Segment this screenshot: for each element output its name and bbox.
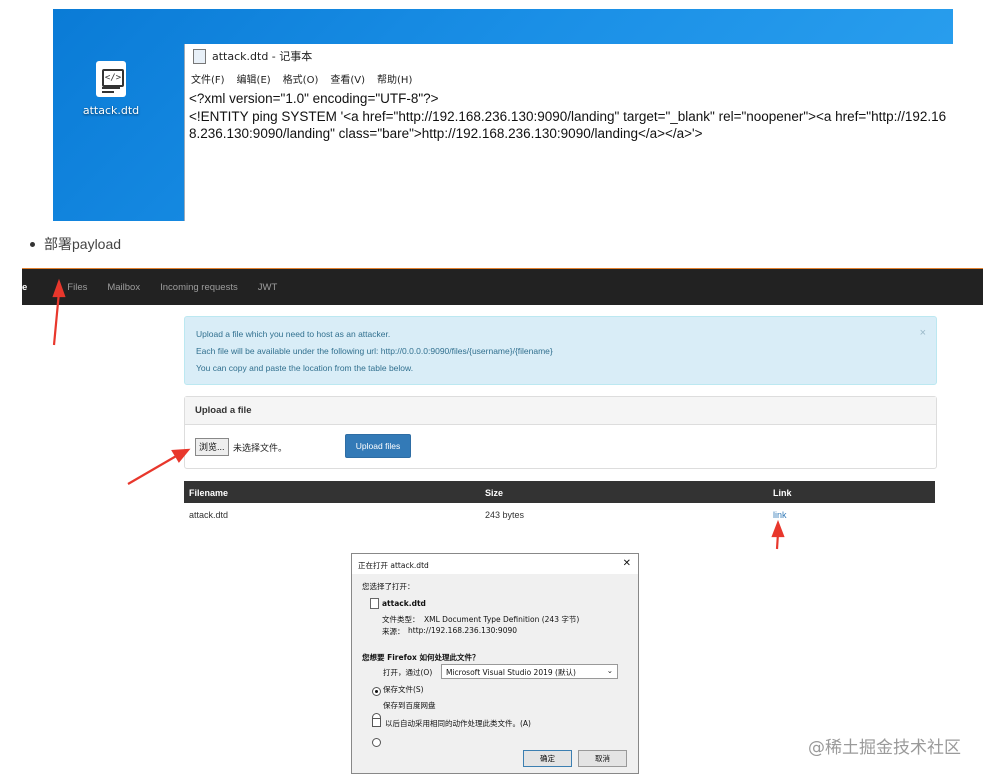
arrow-to-files-tab: [52, 291, 61, 346]
watermark: @稀土掘金技术社区: [808, 738, 961, 758]
arrow-to-browse-button: [127, 454, 179, 485]
arrow-head-link: [771, 519, 785, 538]
arrow-head-files: [52, 278, 66, 298]
annotation-arrows: [52, 278, 785, 550]
arrow-head-browse: [171, 448, 191, 463]
